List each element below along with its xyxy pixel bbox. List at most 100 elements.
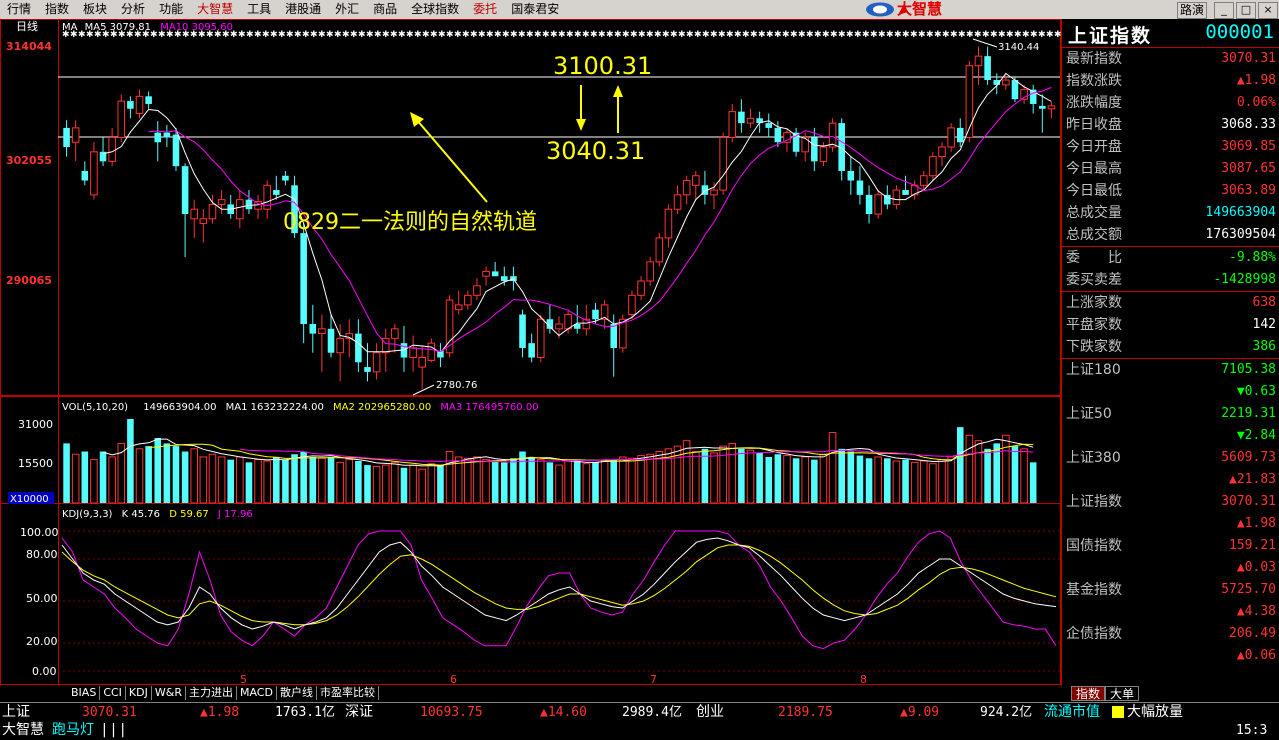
volume-bar: [701, 448, 709, 503]
volume-bar: [746, 449, 755, 504]
indicator-tab-5[interactable]: MACD: [237, 686, 277, 700]
quote-row-label: 上涨家数: [1066, 295, 1122, 311]
quote-panel: 上证指数 000001 最新指数 3070.31 指数涨跌 ▲1.98 涨跌幅度 0.06…: [1061, 19, 1279, 686]
dot-mark: ✱: [142, 30, 150, 40]
indicator-tab-6[interactable]: 散户线: [277, 686, 317, 700]
panel-tab-0[interactable]: 指数: [1071, 686, 1106, 701]
quote-row-value: 0.06%: [1236, 95, 1276, 110]
roadshow-button[interactable]: 路演: [1176, 2, 1207, 19]
menu-item-5[interactable]: 大智慧: [190, 0, 240, 19]
volume-bar: [372, 465, 381, 504]
menu-item-0[interactable]: 行情: [0, 0, 38, 19]
dot-mark: ✱: [862, 30, 870, 40]
dot-mark: ✱: [694, 30, 702, 40]
candle-body: [1047, 105, 1056, 110]
menu-item-12[interactable]: 国泰君安: [504, 0, 566, 19]
indicator-tab-1[interactable]: CCI: [100, 686, 126, 700]
index-row[interactable]: 上证指数 3070.31 ▲1.98: [1062, 491, 1279, 535]
indicator-tab-0[interactable]: BIAS: [68, 686, 101, 700]
candle-body: [300, 233, 307, 325]
dot-mark: ✱: [742, 30, 750, 40]
menu-bar: 行情 指数 板块 分析 功能 大智慧 工具 港股通 外汇 商品 全球指数 委托 国泰君安 大智慧 路演 …: [0, 0, 1279, 20]
volume-bar: [600, 460, 609, 504]
index-row-label: 基金指数: [1066, 582, 1122, 598]
volume-bar: [536, 459, 545, 504]
dot-mark: ✱: [942, 30, 950, 40]
menu-item-6[interactable]: 工具: [240, 0, 278, 19]
index-row[interactable]: 上证50 2219.31 ▼2.84: [1062, 403, 1279, 447]
menu-item-7[interactable]: 港股通: [278, 0, 328, 19]
dot-mark: ✱: [118, 30, 126, 40]
dot-mark: ✱: [782, 30, 790, 40]
dot-mark: ✱: [406, 30, 414, 40]
indicator-tab-2[interactable]: KDJ: [126, 686, 152, 700]
sz-amount: 2989.4亿: [622, 705, 682, 720]
candle-body: [865, 194, 873, 214]
menu-item-8[interactable]: 外汇: [328, 0, 366, 19]
candle-body: [919, 175, 928, 186]
menu-item-4[interactable]: 功能: [152, 0, 190, 19]
candle-body: [710, 189, 718, 196]
index-row[interactable]: 国债指数 159.21 ▲0.03: [1062, 535, 1279, 579]
indicator-tab-4[interactable]: 主力进出: [186, 686, 237, 700]
ltsz-label[interactable]: 流通市值: [1044, 703, 1100, 722]
dot-mark: ✱: [590, 30, 598, 40]
candle-body: [728, 111, 737, 138]
kdj-tick-20: 20.00: [26, 635, 58, 648]
volume-bar: [1002, 434, 1010, 504]
quote-row-value: ▲1.98: [1236, 73, 1276, 88]
menu-items: 行情 指数 板块 分析 功能 大智慧 工具 港股通 外汇 商品 全球指数 委托 国泰君安: [0, 0, 566, 19]
indicator-tab-7[interactable]: 市盈率比较: [317, 686, 379, 700]
volume-bar: [108, 456, 116, 504]
panel-tab-1[interactable]: 大单: [1105, 686, 1140, 701]
menu-item-2[interactable]: 板块: [76, 0, 114, 19]
index-row-label: 国债指数: [1066, 538, 1122, 554]
dot-mark: ✱: [446, 30, 454, 40]
candle-body: [555, 323, 563, 330]
menu-item-1[interactable]: 指数: [38, 0, 76, 19]
volume-bar: [71, 453, 80, 504]
index-row[interactable]: 基金指数 5725.70 ▲4.38: [1062, 579, 1279, 623]
maximize-button[interactable]: □: [1236, 2, 1256, 19]
volume-bar: [728, 442, 737, 504]
menu-item-10[interactable]: 全球指数: [404, 0, 466, 19]
menu-item-3[interactable]: 分析: [114, 0, 152, 19]
dot-mark: ✱: [574, 30, 582, 40]
rule-annotation: 0829二一法则的自然轨道: [283, 210, 537, 235]
dot-mark: ✱: [382, 30, 390, 40]
dfz-label[interactable]: 大幅放量: [1127, 703, 1183, 722]
volume-bar: [473, 456, 481, 504]
candle: [965, 60, 974, 143]
volume-bar: [692, 451, 700, 504]
quote-row-label: 今日最高: [1066, 161, 1122, 177]
quote-row-label: 下跌家数: [1066, 339, 1122, 355]
chart-area[interactable]: 日线 MA MA5 3079.81 MA10 3095.60 314044 30…: [0, 19, 1061, 686]
candle-body: [892, 189, 901, 205]
index-row-change: ▲0.06: [1236, 648, 1276, 663]
dot-mark: ✱: [710, 30, 718, 40]
candle-body: [673, 194, 682, 210]
sh-label: 上证: [2, 704, 30, 720]
volume-bar: [756, 452, 763, 503]
dot-mark: ✱: [894, 30, 902, 40]
volume-bar: [1011, 446, 1019, 503]
candle: [828, 118, 837, 152]
index-row[interactable]: 企债指数 206.49 ▲0.06: [1062, 623, 1279, 667]
marquee-label[interactable]: 跑马灯: [52, 721, 94, 740]
close-button[interactable]: ×: [1258, 2, 1278, 19]
quote-row: 今日最低 3063.89: [1062, 180, 1279, 202]
volume-bar: [501, 462, 508, 503]
kdj-tick-80: 80.00: [26, 548, 58, 561]
volume-bar: [345, 459, 354, 504]
indicator-tab-3[interactable]: W&R: [152, 686, 186, 700]
volume-bar: [99, 451, 107, 503]
index-row-change: ▲4.38: [1236, 604, 1276, 619]
volume-bar: [646, 453, 654, 504]
month-label-8: 8: [860, 673, 867, 686]
index-row-value: 159.21: [1229, 538, 1276, 553]
menu-item-11[interactable]: 委托: [466, 0, 504, 19]
index-row[interactable]: 上证180 7105.38 ▼0.63: [1062, 359, 1279, 403]
menu-item-9[interactable]: 商品: [366, 0, 404, 19]
index-row[interactable]: 上证380 5609.73 ▲21.83: [1062, 447, 1279, 491]
minimize-button[interactable]: _: [1214, 2, 1234, 19]
